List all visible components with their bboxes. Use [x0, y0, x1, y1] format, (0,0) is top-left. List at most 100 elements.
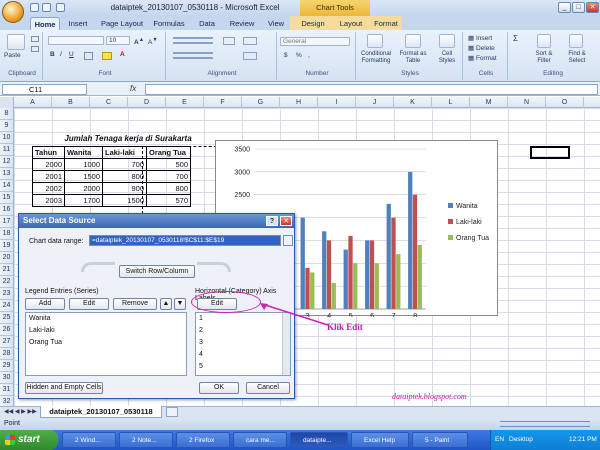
- row-header[interactable]: 16: [0, 204, 14, 216]
- office-button[interactable]: [2, 1, 24, 23]
- fill-color-icon[interactable]: [102, 52, 112, 60]
- row-header[interactable]: 8: [0, 108, 14, 120]
- language-indicator[interactable]: EN: [495, 430, 504, 450]
- row-header[interactable]: 11: [0, 144, 14, 156]
- active-cell[interactable]: [530, 146, 570, 159]
- chart-bar[interactable]: [300, 217, 305, 309]
- find-select-icon[interactable]: [569, 34, 583, 48]
- row-header[interactable]: 23: [0, 288, 14, 300]
- chart-bar[interactable]: [417, 245, 422, 309]
- chart-bar[interactable]: [369, 240, 375, 309]
- tab-view[interactable]: View: [263, 17, 289, 30]
- vertical-align-icons[interactable]: [173, 37, 213, 44]
- tab-home[interactable]: Home: [30, 17, 60, 30]
- column-header[interactable]: J: [356, 97, 394, 108]
- remove-series-button[interactable]: Remove: [113, 298, 157, 310]
- list-item[interactable]: Orang Tua: [26, 337, 186, 349]
- sort-filter-label[interactable]: Sort & Filter: [529, 51, 559, 65]
- column-header[interactable]: G: [242, 97, 280, 108]
- cut-icon[interactable]: [31, 36, 39, 42]
- chart-bar[interactable]: [391, 217, 396, 309]
- edit-series-button[interactable]: Edit: [69, 298, 109, 310]
- list-item[interactable]: 4: [196, 349, 290, 361]
- help-icon[interactable]: ?: [266, 216, 278, 226]
- taskbar-item[interactable]: 5 - Paint: [412, 432, 468, 448]
- header-laki-laki[interactable]: Laki-laki: [102, 146, 147, 159]
- row-header[interactable]: 24: [0, 300, 14, 312]
- font-color-icon[interactable]: A: [120, 51, 125, 59]
- chart-bar[interactable]: [412, 194, 418, 309]
- taskbar-item[interactable]: cara me...: [233, 432, 287, 448]
- tab-data[interactable]: Data: [194, 17, 220, 30]
- column-header[interactable]: I: [318, 97, 356, 108]
- orientation-icon[interactable]: [223, 37, 235, 45]
- font-size-box[interactable]: 10: [106, 36, 130, 45]
- table-cell[interactable]: 700: [102, 158, 147, 171]
- tab-page-layout[interactable]: Page Layout: [98, 17, 146, 30]
- move-up-icon[interactable]: ▲: [160, 298, 172, 310]
- table-cell[interactable]: 2000: [32, 158, 65, 171]
- chart-bar[interactable]: [353, 263, 358, 309]
- collapse-dialog-icon[interactable]: [283, 235, 293, 246]
- row-header[interactable]: 21: [0, 264, 14, 276]
- row-header[interactable]: 12: [0, 156, 14, 168]
- new-sheet-icon[interactable]: [166, 407, 178, 417]
- currency-icon[interactable]: $: [284, 52, 288, 60]
- underline-icon[interactable]: U: [69, 51, 74, 59]
- list-item[interactable]: 3: [196, 337, 290, 349]
- chart-bar[interactable]: [348, 235, 353, 309]
- table-cell[interactable]: 1500: [102, 194, 147, 207]
- close-button[interactable]: ✕: [586, 2, 599, 13]
- tab-format[interactable]: Format: [370, 17, 402, 30]
- format-table-label[interactable]: Format as Table: [395, 51, 431, 65]
- row-header[interactable]: 13: [0, 168, 14, 180]
- table-cell[interactable]: 1500: [64, 170, 103, 183]
- sheet-nav-icons[interactable]: ◀◀ ◀ ▶ ▶▶: [4, 408, 37, 415]
- border-icon[interactable]: [84, 52, 93, 60]
- sum-icon[interactable]: Σ: [513, 35, 518, 43]
- row-header[interactable]: 19: [0, 240, 14, 252]
- column-header[interactable]: M: [470, 97, 508, 108]
- series-listbox[interactable]: Wanita Laki-laki Orang Tua: [25, 312, 187, 376]
- row-header[interactable]: 29: [0, 360, 14, 372]
- formula-input[interactable]: [145, 84, 598, 95]
- row-header[interactable]: 25: [0, 312, 14, 324]
- column-header[interactable]: K: [394, 97, 432, 108]
- copy-icon[interactable]: [31, 46, 39, 52]
- column-header[interactable]: C: [90, 97, 128, 108]
- column-header[interactable]: F: [204, 97, 242, 108]
- row-header[interactable]: 15: [0, 192, 14, 204]
- row-header[interactable]: 28: [0, 348, 14, 360]
- column-header[interactable]: D: [128, 97, 166, 108]
- chart-bar[interactable]: [408, 171, 413, 309]
- taskbar-item[interactable]: 2 Wind...: [62, 432, 116, 448]
- header-tahun[interactable]: Tahun: [32, 146, 65, 159]
- shrink-font-icon[interactable]: A▼: [148, 36, 158, 47]
- taskbar-item[interactable]: 2 Note...: [119, 432, 173, 448]
- row-header[interactable]: 31: [0, 384, 14, 396]
- ok-button[interactable]: OK: [199, 382, 239, 394]
- list-item[interactable]: 5: [196, 361, 290, 373]
- table-cell[interactable]: 2001: [32, 170, 65, 183]
- row-header[interactable]: 17: [0, 216, 14, 228]
- horizontal-align-icons[interactable]: [173, 52, 213, 59]
- chart-bar[interactable]: [365, 240, 370, 309]
- undo-icon[interactable]: [42, 3, 51, 12]
- minimize-button[interactable]: _: [558, 2, 571, 13]
- chart-range-input[interactable]: =dataiptek_20130107_0530118!$C$11:$E$19: [89, 235, 281, 246]
- cancel-button[interactable]: Cancel: [246, 382, 290, 394]
- chart-bar[interactable]: [331, 282, 336, 309]
- row-header[interactable]: 9: [0, 120, 14, 132]
- column-header[interactable]: H: [280, 97, 318, 108]
- merge-icon[interactable]: [243, 52, 257, 60]
- add-series-button[interactable]: Add: [25, 298, 65, 310]
- chart-bar[interactable]: [343, 249, 348, 309]
- column-header[interactable]: B: [52, 97, 90, 108]
- delete-cells-button[interactable]: ▦ Delete: [468, 45, 495, 53]
- chart-bar[interactable]: [326, 240, 332, 309]
- insert-cells-button[interactable]: ▦ Insert: [468, 35, 492, 43]
- format-cells-button[interactable]: ▦ Format: [468, 55, 497, 63]
- sort-filter-icon[interactable]: [537, 34, 551, 48]
- taskbar-item[interactable]: Excel Help: [351, 432, 409, 448]
- row-header[interactable]: 27: [0, 336, 14, 348]
